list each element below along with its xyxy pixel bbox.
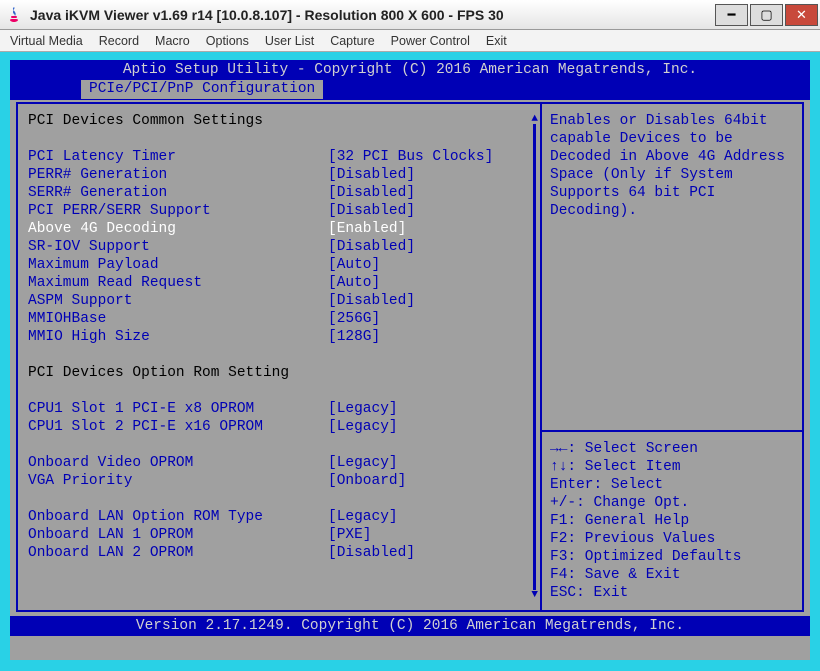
setting-value: [Auto]: [328, 256, 380, 274]
setting-value: [Onboard]: [328, 472, 406, 490]
setting-row[interactable]: PERR# Generation[Disabled]: [28, 166, 530, 184]
settings-pane: PCI Devices Common Settings PCI Latency …: [18, 104, 540, 610]
setting-value: [PXE]: [328, 526, 372, 544]
minimize-button[interactable]: ━: [715, 4, 748, 26]
setting-value: [32 PCI Bus Clocks]: [328, 148, 493, 166]
setting-value: [Legacy]: [328, 418, 398, 436]
setting-row[interactable]: CPU1 Slot 2 PCI-E x16 OPROM[Legacy]: [28, 418, 530, 436]
setting-value: [Disabled]: [328, 544, 415, 562]
setting-value: [Legacy]: [328, 454, 398, 472]
window-titlebar: Java iKVM Viewer v1.69 r14 [10.0.8.107] …: [0, 0, 820, 30]
setting-row[interactable]: PCI PERR/SERR Support[Disabled]: [28, 202, 530, 220]
menu-options[interactable]: Options: [206, 34, 249, 48]
setting-value: [128G]: [328, 328, 380, 346]
setting-row[interactable]: ASPM Support[Disabled]: [28, 292, 530, 310]
setting-label: PERR# Generation: [28, 166, 328, 184]
setting-row: [28, 490, 530, 508]
setting-label: Maximum Payload: [28, 256, 328, 274]
setting-row[interactable]: SR-IOV Support[Disabled]: [28, 238, 530, 256]
setting-label: Onboard Video OPROM: [28, 454, 328, 472]
setting-row[interactable]: SERR# Generation[Disabled]: [28, 184, 530, 202]
setting-row[interactable]: Maximum Payload[Auto]: [28, 256, 530, 274]
setting-value: [Disabled]: [328, 166, 415, 184]
setting-row[interactable]: Onboard LAN Option ROM Type[Legacy]: [28, 508, 530, 526]
setting-label: VGA Priority: [28, 472, 328, 490]
setting-value: [Disabled]: [328, 238, 415, 256]
setting-value: [Disabled]: [328, 292, 415, 310]
menu-capture[interactable]: Capture: [330, 34, 374, 48]
setting-row[interactable]: Onboard LAN 2 OPROM[Disabled]: [28, 544, 530, 562]
menu-virtual-media[interactable]: Virtual Media: [10, 34, 83, 48]
setting-label: ASPM Support: [28, 292, 328, 310]
setting-label: PCI Latency Timer: [28, 148, 328, 166]
setting-row[interactable]: CPU1 Slot 1 PCI-E x8 OPROM[Legacy]: [28, 400, 530, 418]
scroll-down-icon: ▼: [531, 586, 538, 604]
bios-footer: Version 2.17.1249. Copyright (C) 2016 Am…: [10, 616, 810, 636]
java-icon: [6, 7, 22, 23]
section-heading: PCI Devices Common Settings: [28, 112, 328, 130]
setting-row[interactable]: MMIO High Size[128G]: [28, 328, 530, 346]
setting-row[interactable]: Maximum Read Request[Auto]: [28, 274, 530, 292]
menu-record[interactable]: Record: [99, 34, 139, 48]
setting-label: PCI PERR/SERR Support: [28, 202, 328, 220]
menubar: Virtual Media Record Macro Options User …: [0, 30, 820, 52]
setting-label: Onboard LAN 1 OPROM: [28, 526, 328, 544]
setting-value: [Disabled]: [328, 184, 415, 202]
setting-row[interactable]: Onboard Video OPROM[Legacy]: [28, 454, 530, 472]
setting-value: [Auto]: [328, 274, 380, 292]
close-button[interactable]: ✕: [785, 4, 818, 26]
setting-value: [Enabled]: [328, 220, 406, 238]
setting-label: MMIOHBase: [28, 310, 328, 328]
menu-macro[interactable]: Macro: [155, 34, 190, 48]
setting-label: SR-IOV Support: [28, 238, 328, 256]
setting-row[interactable]: MMIOHBase[256G]: [28, 310, 530, 328]
menu-exit[interactable]: Exit: [486, 34, 507, 48]
setting-label: CPU1 Slot 2 PCI-E x16 OPROM: [28, 418, 328, 436]
bios-header: Aptio Setup Utility - Copyright (C) 2016…: [10, 60, 810, 80]
bios-screen[interactable]: Aptio Setup Utility - Copyright (C) 2016…: [10, 60, 810, 660]
setting-value: [Legacy]: [328, 508, 398, 526]
setting-row[interactable]: PCI Latency Timer[32 PCI Bus Clocks]: [28, 148, 530, 166]
setting-label: CPU1 Slot 1 PCI-E x8 OPROM: [28, 400, 328, 418]
setting-label: [28, 490, 328, 508]
setting-row[interactable]: Above 4G Decoding[Enabled]: [28, 220, 530, 238]
setting-label: Onboard LAN 2 OPROM: [28, 544, 328, 562]
setting-label: Above 4G Decoding: [28, 220, 328, 238]
help-text: Enables or Disables 64bit capable Device…: [542, 104, 802, 430]
setting-value: [256G]: [328, 310, 380, 328]
scrollbar[interactable]: ▲ ▼: [530, 110, 538, 604]
section-heading: PCI Devices Option Rom Setting: [28, 364, 328, 382]
menu-user-list[interactable]: User List: [265, 34, 314, 48]
key-legend: →←: Select Screen ↑↓: Select Item Enter:…: [542, 432, 802, 610]
setting-value: [Disabled]: [328, 202, 415, 220]
menu-power-control[interactable]: Power Control: [391, 34, 470, 48]
setting-label: SERR# Generation: [28, 184, 328, 202]
bios-tab[interactable]: PCIe/PCI/PnP Configuration: [80, 80, 324, 100]
setting-row[interactable]: VGA Priority[Onboard]: [28, 472, 530, 490]
window-title: Java iKVM Viewer v1.69 r14 [10.0.8.107] …: [28, 7, 715, 23]
setting-row: [28, 436, 530, 454]
setting-label: [28, 436, 328, 454]
setting-label: Onboard LAN Option ROM Type: [28, 508, 328, 526]
setting-row[interactable]: Onboard LAN 1 OPROM[PXE]: [28, 526, 530, 544]
setting-label: MMIO High Size: [28, 328, 328, 346]
maximize-button[interactable]: ▢: [750, 4, 783, 26]
setting-value: [Legacy]: [328, 400, 398, 418]
setting-label: Maximum Read Request: [28, 274, 328, 292]
